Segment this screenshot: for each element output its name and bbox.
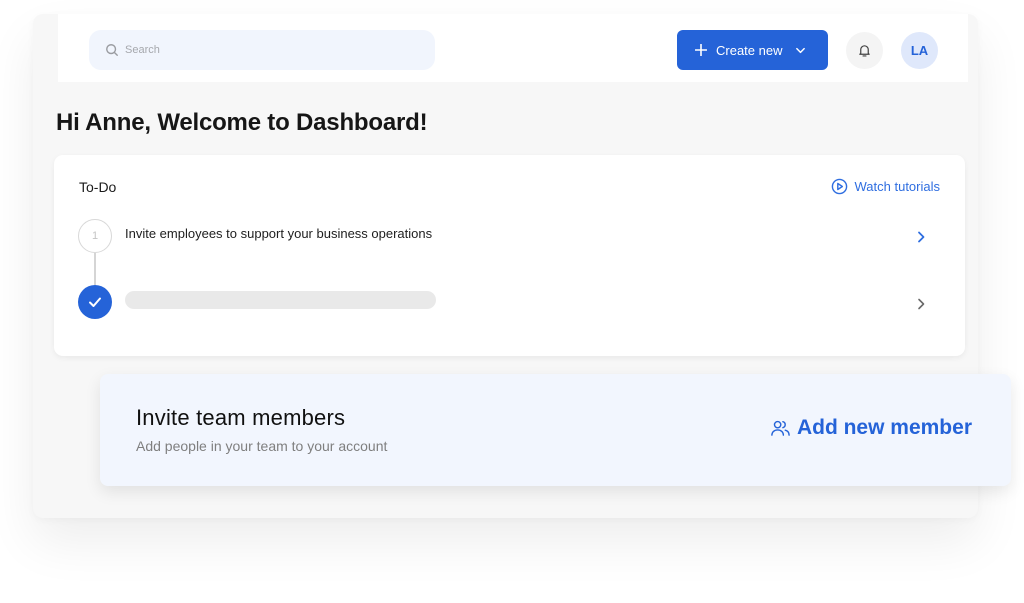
step-connector — [94, 253, 96, 285]
todo-step-placeholder — [125, 291, 436, 309]
user-avatar[interactable]: LA — [901, 32, 938, 69]
chevron-right-icon[interactable] — [914, 230, 928, 244]
search-input[interactable]: Search — [89, 30, 435, 70]
search-icon — [106, 44, 118, 56]
chevron-down-icon — [796, 47, 806, 53]
add-new-member-label: Add new member — [796, 416, 972, 439]
plus-icon — [695, 44, 707, 56]
create-new-button[interactable]: Create new — [677, 30, 828, 70]
dashboard-stage: Search Create new LA Hi Anne, Welcome to… — [0, 0, 1024, 603]
todo-card: To-Do Watch tutorials 1 Invite employees… — [54, 155, 965, 356]
add-new-member-button[interactable]: Add new member — [770, 416, 972, 440]
checkmark-icon — [89, 297, 101, 307]
create-new-label: Create new — [716, 42, 783, 58]
users-icon — [771, 420, 790, 436]
todo-title: To-Do — [79, 179, 117, 195]
play-circle-icon — [831, 178, 847, 195]
step-completed-badge — [78, 285, 112, 319]
notifications-button[interactable] — [846, 32, 883, 69]
bell-icon — [859, 45, 870, 57]
invite-subtitle: Add people in your team to your account — [136, 438, 388, 454]
search-placeholder: Search — [125, 44, 160, 56]
watch-tutorials-label: Watch tutorials — [854, 179, 941, 194]
chevron-right-icon[interactable] — [914, 297, 928, 311]
todo-step-invite-employees[interactable]: Invite employees to support your busines… — [125, 226, 432, 241]
step-number-badge: 1 — [78, 219, 112, 253]
watch-tutorials-link[interactable]: Watch tutorials — [831, 178, 941, 195]
page-title: Hi Anne, Welcome to Dashboard! — [56, 109, 428, 136]
invite-team-card: Invite team members Add people in your t… — [100, 374, 1011, 486]
invite-title: Invite team members — [136, 405, 346, 430]
